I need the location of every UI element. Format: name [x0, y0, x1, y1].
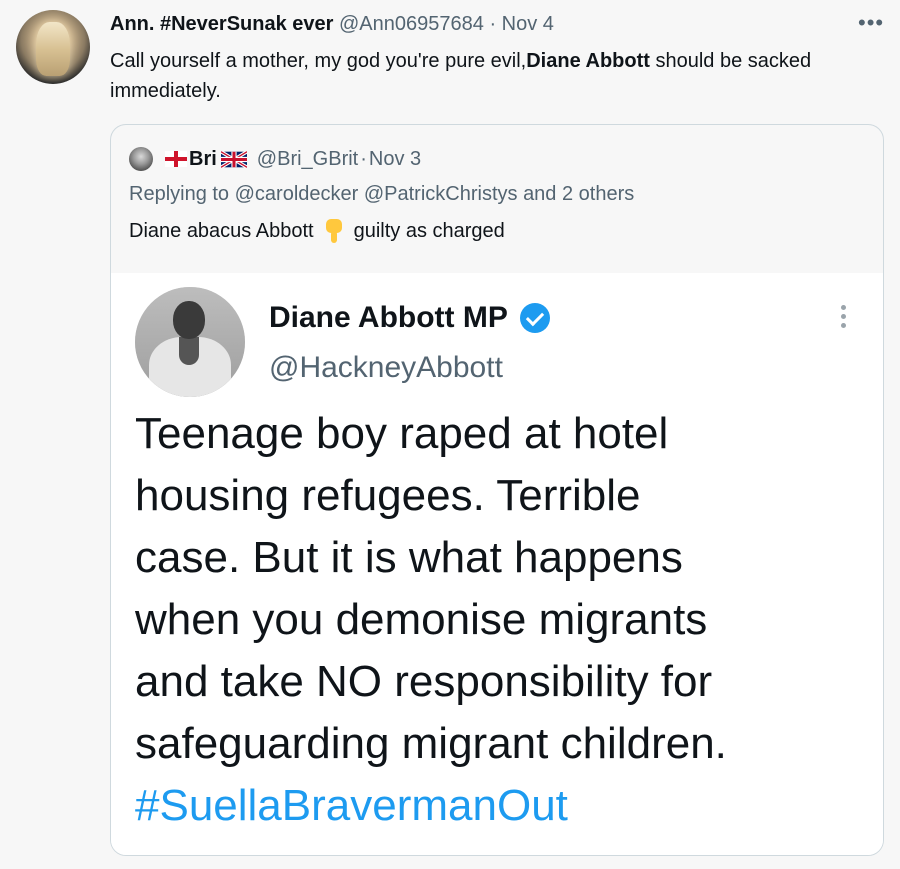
uk-flag-icon — [220, 150, 247, 168]
embedded-author-name: Diane Abbott MP — [269, 301, 508, 334]
avatar-collar — [179, 337, 199, 365]
embedded-hashtag: #SuellaBravermanOut — [135, 781, 568, 830]
more-horizontal-icon[interactable]: ••• — [858, 10, 884, 36]
quoted-date[interactable]: Nov 3 — [369, 148, 421, 171]
author-name[interactable]: Ann. #NeverSunak ever — [110, 13, 333, 35]
tweet-header: Ann. #NeverSunak ever @Ann06957684 · Nov… — [110, 13, 554, 36]
avatar-head — [173, 301, 205, 339]
embedded-body-line: Teenage boy raped at hotel — [135, 409, 669, 458]
verified-badge-icon — [519, 303, 550, 333]
quoted-header: Bri @Bri_GBrit · Nov 3 — [129, 147, 421, 171]
quoted-author-name[interactable]: Bri — [189, 148, 217, 171]
more-vertical-icon — [841, 305, 847, 332]
embedded-body-line: housing refugees. Terrible — [135, 471, 641, 520]
tweet-text-bold: Diane Abbott — [526, 50, 650, 72]
quoted-text-part: guilty as charged — [353, 219, 505, 242]
embedded-body-line: when you demonise migrants — [135, 595, 708, 644]
england-flag-icon — [165, 151, 187, 167]
embedded-body-line: and take NO responsibility for — [135, 657, 713, 706]
embedded-body-line: safeguarding migrant children. — [135, 719, 727, 768]
quoted-handle[interactable]: @Bri_GBrit — [257, 148, 358, 171]
quoted-separator: · — [360, 147, 367, 170]
embedded-body: Teenage boy raped at hotel housing refug… — [135, 403, 865, 775]
author-avatar[interactable] — [16, 10, 90, 84]
embedded-tweet-image[interactable]: Diane Abbott MP @HackneyAbbott Teenage b… — [111, 273, 883, 855]
quoted-tweet[interactable]: Bri @Bri_GBrit · Nov 3 Replying to @caro… — [110, 124, 884, 856]
quoted-avatar[interactable] — [129, 147, 153, 171]
author-handle[interactable]: @Ann06957684 — [339, 13, 484, 35]
tweet-text-part: Call yourself a mother, my god you're pu… — [110, 50, 527, 72]
embedded-handle: @HackneyAbbott — [269, 351, 503, 384]
quoted-text: Diane abacus Abbott guilty as charged — [129, 219, 505, 243]
embedded-name-row: Diane Abbott MP — [269, 301, 550, 335]
header-separator: · — [489, 13, 497, 35]
embedded-avatar — [135, 287, 245, 397]
replying-to-line[interactable]: Replying to @caroldecker @PatrickChristy… — [129, 183, 634, 206]
quoted-text-part: Diane abacus Abbott — [129, 219, 314, 242]
avatar-photo — [36, 22, 70, 76]
pointing-down-hand-icon — [324, 219, 344, 243]
tweet-date[interactable]: Nov 4 — [502, 13, 554, 35]
tweet-text: Call yourself a mother, my god you're pu… — [110, 46, 870, 106]
embedded-body-line: case. But it is what happens — [135, 533, 683, 582]
